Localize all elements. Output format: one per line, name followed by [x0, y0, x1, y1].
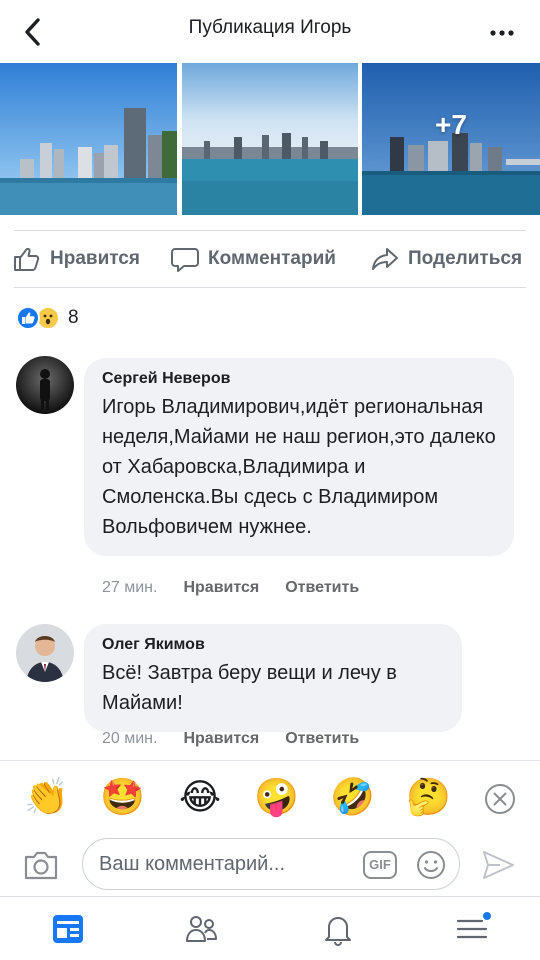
nav-notifications[interactable] — [318, 909, 358, 949]
comment-meta: 20 мин. Нравится Ответить — [102, 730, 385, 748]
comment-input[interactable] — [99, 849, 349, 879]
divider — [14, 287, 526, 288]
page-title: Публикация Игорь — [188, 17, 352, 38]
emoji-button[interactable] — [415, 849, 447, 881]
more-horizontal-icon — [490, 30, 514, 36]
close-emoji-bar-button[interactable] — [484, 783, 516, 815]
comment-time: 27 мин. — [102, 579, 158, 596]
comment-like-button[interactable]: Нравится — [183, 730, 259, 748]
comment-composer: GIF — [0, 836, 540, 896]
comment-bubble: Олег Якимов Всё! Завтра беру вещи и лечу… — [84, 624, 462, 732]
smiley-icon — [417, 851, 445, 879]
comment-bubble-icon — [171, 248, 199, 272]
comment-time: 20 мин. — [102, 730, 158, 747]
comment-text: Всё! Завтра беру вещи и лечу в Майами! — [102, 662, 397, 714]
zany-face-emoji[interactable]: 🤪 — [254, 775, 299, 819]
comment-text: Игорь Владимирович,идёт региональная нед… — [102, 396, 496, 538]
comment-reply-button[interactable]: Ответить — [285, 730, 359, 748]
share-button[interactable]: Поделиться — [370, 244, 522, 274]
nav-menu[interactable] — [452, 909, 492, 949]
photo-miami-skyline-3[interactable]: +7 — [362, 63, 540, 215]
comment-input-box[interactable]: GIF — [82, 838, 460, 890]
emoji-suggestions: 👏 🤩 😂 🤪 🤣 🤔 — [0, 760, 540, 836]
reactions-summary[interactable]: 8 — [16, 305, 79, 331]
nav-friends[interactable] — [182, 909, 222, 949]
share-arrow-icon — [372, 248, 398, 270]
comment-reply-button[interactable]: Ответить — [285, 579, 359, 597]
comment-button[interactable]: Комментарий — [170, 244, 336, 274]
avatar[interactable] — [16, 356, 74, 414]
menu-icon — [456, 912, 491, 939]
camera-button[interactable] — [22, 848, 60, 882]
photo-miami-skyline-1[interactable] — [0, 63, 177, 215]
comment-bubble: Сергей Неверов Игорь Владимирович,идёт р… — [84, 358, 514, 556]
comment-like-button[interactable]: Нравится — [183, 579, 259, 597]
comment-label: Комментарий — [208, 248, 336, 269]
more-options-button[interactable] — [482, 14, 522, 50]
thinking-face-emoji[interactable]: 🤔 — [406, 775, 451, 819]
clapping-emoji[interactable]: 👏 — [24, 775, 69, 819]
share-label: Поделиться — [408, 248, 523, 269]
thumbs-up-icon — [14, 247, 40, 271]
notifications-bell-icon — [325, 917, 351, 947]
reaction-count: 8 — [68, 307, 79, 328]
comment-author[interactable]: Сергей Неверов — [102, 370, 496, 388]
comment-meta: 27 мин. Нравится Ответить — [102, 579, 385, 597]
send-button[interactable] — [480, 848, 516, 882]
photo-grid: +7 — [0, 63, 540, 215]
avatar[interactable] — [16, 624, 74, 682]
star-struck-emoji[interactable]: 🤩 — [100, 775, 145, 819]
friends-icon — [186, 916, 217, 942]
camera-icon — [24, 851, 58, 880]
send-arrow-icon — [483, 851, 514, 879]
bottom-navigation — [0, 896, 540, 960]
post-actions: Нравится Комментарий Поделиться — [0, 232, 540, 286]
header: Публикация Игорь — [0, 0, 540, 62]
like-button[interactable]: Нравится — [12, 244, 140, 274]
gif-button[interactable]: GIF — [363, 851, 397, 879]
close-circle-icon — [485, 784, 515, 814]
tears-of-joy-emoji[interactable]: 😂 — [178, 775, 222, 819]
feed-icon — [53, 915, 83, 943]
more-photos-count: +7 — [435, 109, 467, 140]
photo-miami-skyline-2[interactable] — [182, 63, 358, 215]
like-label: Нравится — [50, 248, 140, 269]
comment-author[interactable]: Олег Якимов — [102, 636, 444, 654]
rolling-laughing-emoji[interactable]: 🤣 — [330, 775, 375, 819]
divider — [14, 230, 526, 231]
nav-feed[interactable] — [48, 909, 88, 949]
like-reaction-icon — [16, 306, 40, 330]
